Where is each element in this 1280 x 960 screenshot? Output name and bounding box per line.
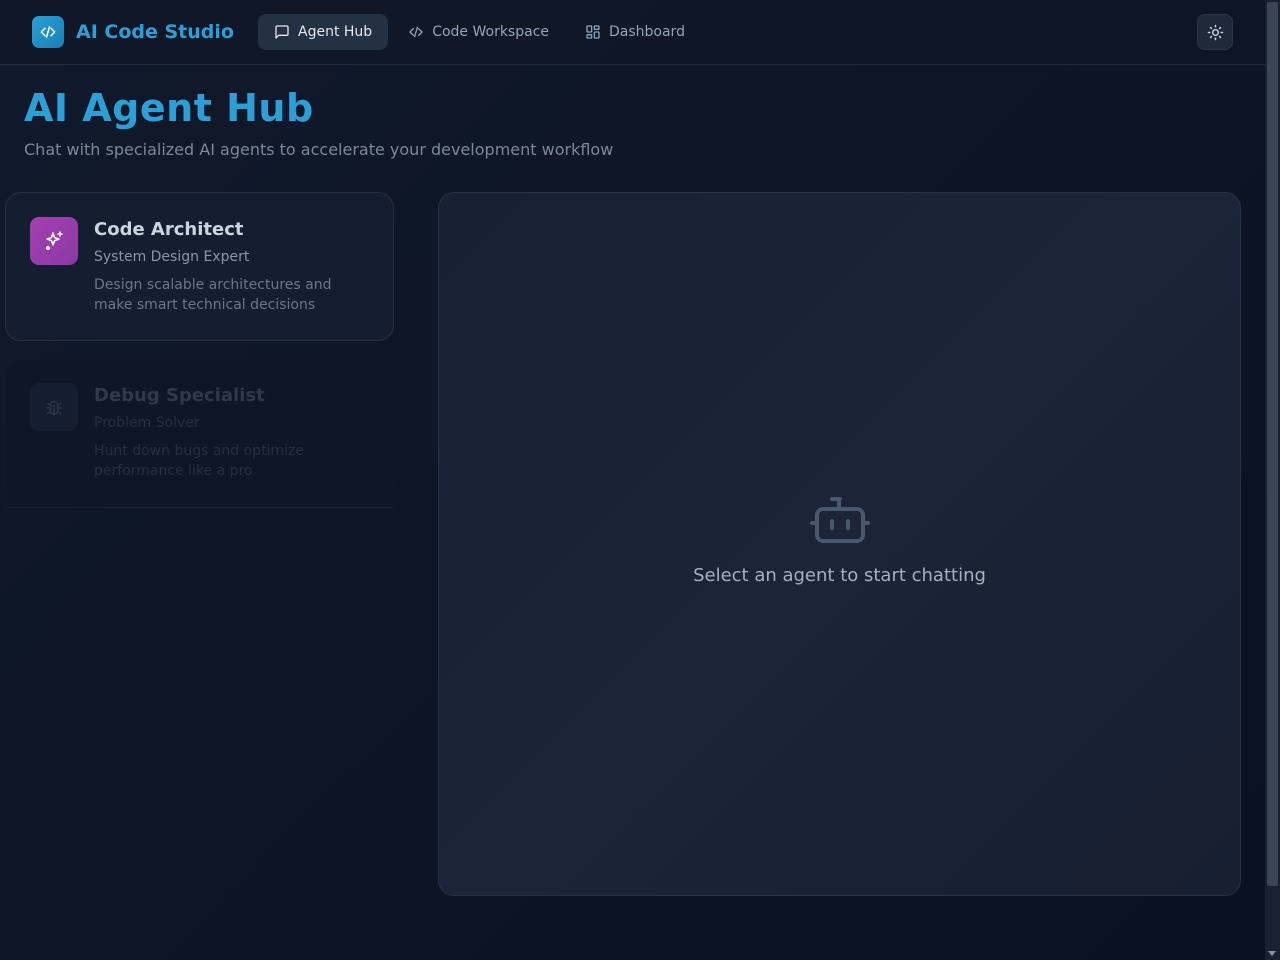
- scroll-down-arrow-icon[interactable]: [1268, 951, 1276, 956]
- nav-item-label: Dashboard: [609, 24, 685, 40]
- nav-item-code-workspace[interactable]: Code Workspace: [392, 14, 565, 50]
- main-nav: Agent Hub Code Workspace Dashboard: [258, 14, 705, 50]
- theme-toggle-button[interactable]: [1197, 14, 1233, 50]
- agent-role: Problem Solver: [94, 415, 200, 431]
- app-name: AI Code Studio: [76, 21, 234, 43]
- nav-item-agent-hub[interactable]: Agent Hub: [258, 14, 389, 50]
- sparkles-icon: [30, 217, 78, 265]
- agent-role: System Design Expert: [94, 249, 250, 265]
- page-scrollbar[interactable]: [1265, 0, 1280, 960]
- page-title: AI Agent Hub: [24, 86, 314, 130]
- brand[interactable]: AI Code Studio: [32, 16, 234, 48]
- nav-item-label: Agent Hub: [298, 24, 373, 40]
- page-subtitle: Chat with specialized AI agents to accel…: [24, 140, 614, 159]
- agent-list-divider: [5, 507, 394, 508]
- nav-item-label: Code Workspace: [432, 24, 549, 40]
- agent-description: Hunt down bugs and optimize performance …: [94, 443, 304, 479]
- message-square-icon: [275, 25, 289, 39]
- agent-card-debug-specialist[interactable]: Debug Specialist Problem Solver Hunt dow…: [5, 358, 394, 507]
- top-navigation-bar: AI Code Studio Agent Hub Code Workspace: [0, 0, 1265, 65]
- chat-empty-state: Select an agent to start chatting: [439, 495, 1240, 586]
- bug-icon: [30, 383, 78, 431]
- nav-item-dashboard[interactable]: Dashboard: [569, 14, 701, 50]
- layout-dashboard-icon: [586, 25, 600, 39]
- agent-name: Code Architect: [94, 219, 244, 240]
- empty-state-message: Select an agent to start chatting: [693, 565, 986, 586]
- agent-card-code-architect[interactable]: Code Architect System Design Expert Desi…: [5, 192, 394, 341]
- scrollbar-thumb[interactable]: [1267, 2, 1278, 886]
- bot-icon: [809, 497, 870, 543]
- agent-description: Design scalable architectures and make s…: [94, 277, 332, 313]
- code-icon: [32, 16, 64, 48]
- chat-panel: Select an agent to start chatting: [438, 192, 1241, 896]
- agent-name: Debug Specialist: [94, 385, 265, 406]
- sun-icon: [1207, 24, 1223, 40]
- code-icon: [409, 26, 423, 38]
- app-root: AI Code Studio Agent Hub Code Workspace: [0, 0, 1280, 960]
